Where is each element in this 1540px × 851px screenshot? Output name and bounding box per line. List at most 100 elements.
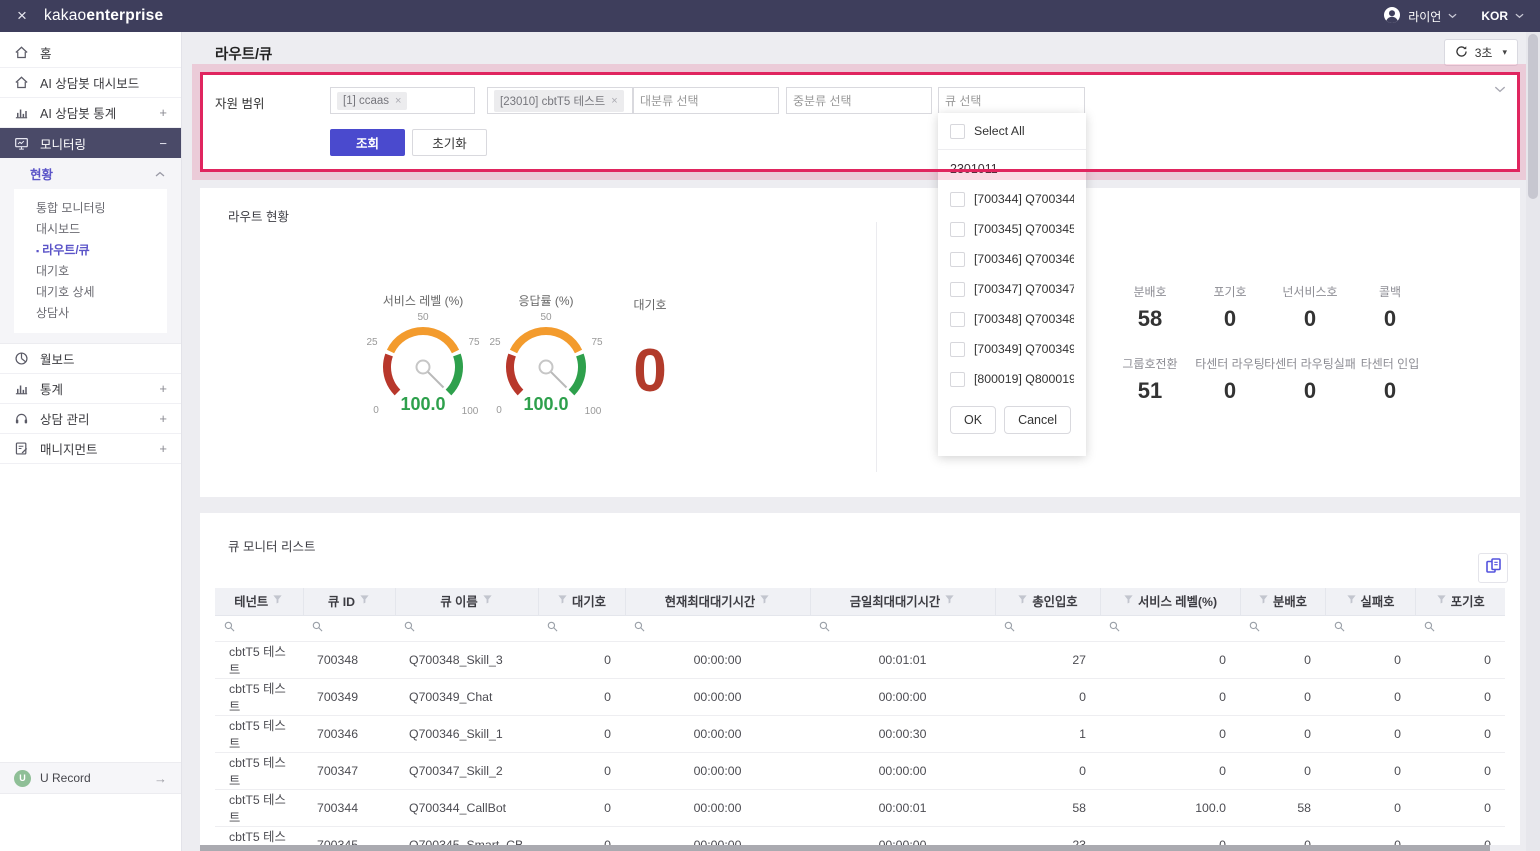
queue-option[interactable]: [700344] Q700344_… <box>938 184 1086 214</box>
filter-funnel-icon[interactable] <box>272 594 283 608</box>
table-cell: 0 <box>538 678 625 715</box>
column-header-큐-이름[interactable]: 큐 이름 <box>395 588 538 615</box>
column-search-input[interactable] <box>1415 615 1505 641</box>
column-search-input[interactable] <box>1100 615 1240 641</box>
sidebar-item-월보드[interactable]: 월보드 <box>0 344 181 374</box>
tenant-filter-input[interactable]: [1] ccaas × <box>330 87 475 114</box>
sidebar-item-매니지먼트[interactable]: 매니지먼트+ <box>0 434 181 464</box>
column-header-큐-ID[interactable]: 큐 ID <box>303 588 395 615</box>
table-cell: 0 <box>1100 715 1240 752</box>
column-label: 실패호 <box>1361 592 1395 610</box>
filter-funnel-icon[interactable] <box>944 594 955 608</box>
filter-funnel-icon[interactable] <box>1436 594 1447 608</box>
headset-icon <box>14 411 30 427</box>
queue-option-label: [800019] Q800019_… <box>974 372 1074 386</box>
sidebar-section-head[interactable]: 현황 <box>0 158 181 189</box>
column-search-input[interactable] <box>1240 615 1325 641</box>
column-search-input[interactable] <box>810 615 995 641</box>
column-header-실패호[interactable]: 실패호 <box>1325 588 1415 615</box>
table-cell: 700349 <box>303 678 395 715</box>
filter-funnel-icon[interactable] <box>1017 594 1028 608</box>
chevron-down-icon[interactable] <box>1515 13 1524 19</box>
refresh-interval-button[interactable]: 3초 ▾ <box>1444 39 1518 66</box>
filter-funnel-icon[interactable] <box>759 594 770 608</box>
checkbox[interactable] <box>950 312 965 327</box>
column-search-input[interactable] <box>395 615 538 641</box>
sidebar-item-통계[interactable]: 통계+ <box>0 374 181 404</box>
column-search-input[interactable] <box>538 615 625 641</box>
user-name[interactable]: 라이언 <box>1408 8 1441 25</box>
queue-option[interactable]: [700346] Q700346_… <box>938 244 1086 274</box>
checkbox[interactable] <box>950 124 965 139</box>
u-record-icon: U <box>14 770 31 787</box>
filter-funnel-icon[interactable] <box>1123 594 1134 608</box>
column-search-input[interactable] <box>215 615 303 641</box>
chip-remove-icon[interactable]: × <box>611 95 617 107</box>
submenu-item-상담사[interactable]: 상담사 <box>14 303 167 324</box>
queue-option[interactable]: [700348] Q700348_… <box>938 304 1086 334</box>
ok-button[interactable]: OK <box>950 406 996 434</box>
checkbox[interactable] <box>950 372 965 387</box>
column-header-테넌트[interactable]: 테넌트 <box>215 588 303 615</box>
submenu-item-통합-모니터링[interactable]: 통합 모니터링 <box>14 198 167 219</box>
column-search-input[interactable] <box>1325 615 1415 641</box>
middle-category-select[interactable]: 중분류 선택 <box>786 87 932 114</box>
checkbox[interactable] <box>950 282 965 297</box>
queue-option[interactable]: [700349] Q700349_… <box>938 334 1086 364</box>
checkbox[interactable] <box>950 192 965 207</box>
table-cell: cbtT5 테스트 <box>215 789 303 826</box>
sidebar-item-u-record[interactable]: U U Record → <box>0 762 181 794</box>
column-header-서비스-레벨-[interactable]: 서비스 레벨(%) <box>1100 588 1240 615</box>
sidebar-item-AI-상담봇-통계[interactable]: AI 상담봇 통계+ <box>0 98 181 128</box>
chip-remove-icon[interactable]: × <box>395 95 401 107</box>
filter-funnel-icon[interactable] <box>359 594 370 608</box>
column-header-분배호[interactable]: 분배호 <box>1240 588 1325 615</box>
column-search-input[interactable] <box>625 615 810 641</box>
checkbox[interactable] <box>950 342 965 357</box>
column-search-input[interactable] <box>303 615 395 641</box>
column-header-현재최대대기시간[interactable]: 현재최대대기시간 <box>625 588 810 615</box>
queue-option[interactable]: [800019] Q800019_… <box>938 364 1086 394</box>
submenu-item-대기호[interactable]: 대기호 <box>14 261 167 282</box>
vertical-scrollbar-thumb[interactable] <box>1528 34 1538 199</box>
submenu-item-대시보드[interactable]: 대시보드 <box>14 219 167 240</box>
locale-selector[interactable]: KOR <box>1481 9 1508 23</box>
queue-monitor-title: 큐 모니터 리스트 <box>228 536 315 555</box>
select-all-option[interactable]: Select All <box>938 113 1086 149</box>
queue-select[interactable]: 큐 선택 <box>938 87 1085 114</box>
checkbox[interactable] <box>950 222 965 237</box>
user-avatar-icon[interactable] <box>1383 6 1401 27</box>
column-header-대기호[interactable]: 대기호 <box>538 588 625 615</box>
submenu-item-라우트/큐[interactable]: 라우트/큐 <box>14 240 167 261</box>
reset-button[interactable]: 초기화 <box>412 129 487 156</box>
filter-funnel-icon[interactable] <box>1346 594 1357 608</box>
checkbox[interactable] <box>950 252 965 267</box>
chevron-down-icon[interactable] <box>1448 13 1457 19</box>
horizontal-scrollbar-thumb[interactable] <box>200 845 1490 851</box>
column-header-총인입호[interactable]: 총인입호 <box>995 588 1100 615</box>
filter-funnel-icon[interactable] <box>482 594 493 608</box>
divider <box>876 222 877 472</box>
cancel-button[interactable]: Cancel <box>1004 406 1071 434</box>
filter-funnel-icon[interactable] <box>557 594 568 608</box>
collapse-chevron-icon[interactable] <box>1494 86 1506 93</box>
queue-option[interactable]: [700345] Q700345_… <box>938 214 1086 244</box>
sidebar-item-홈[interactable]: 홈 <box>0 38 181 68</box>
submenu-item-대기호-상세[interactable]: 대기호 상세 <box>14 282 167 303</box>
sidebar-item-AI-상담봇-대시보드[interactable]: AI 상담봇 대시보드 <box>0 68 181 98</box>
service-filter-input[interactable]: [23010] cbtT5 테스트 × <box>487 87 633 114</box>
filter-funnel-icon[interactable] <box>1258 594 1269 608</box>
major-category-select[interactable]: 대분류 선택 <box>633 87 779 114</box>
search-button[interactable]: 조회 <box>330 129 405 156</box>
table-cell: 00:00:01 <box>810 789 995 826</box>
column-header-포기호[interactable]: 포기호 <box>1415 588 1505 615</box>
column-header-금일최대대기시간[interactable]: 금일최대대기시간 <box>810 588 995 615</box>
route-status-title: 라우트 현황 <box>228 206 289 225</box>
copy-button[interactable] <box>1478 553 1508 583</box>
filter-panel: 자원 범위 [1] ccaas × [23010] cbtT5 테스트 × 대분… <box>200 72 1520 172</box>
sidebar-item-모니터링[interactable]: 모니터링− <box>0 128 181 158</box>
close-icon[interactable]: × <box>0 6 44 26</box>
column-search-input[interactable] <box>995 615 1100 641</box>
sidebar-item-상담-관리[interactable]: 상담 관리+ <box>0 404 181 434</box>
queue-option[interactable]: [700347] Q700347_… <box>938 274 1086 304</box>
